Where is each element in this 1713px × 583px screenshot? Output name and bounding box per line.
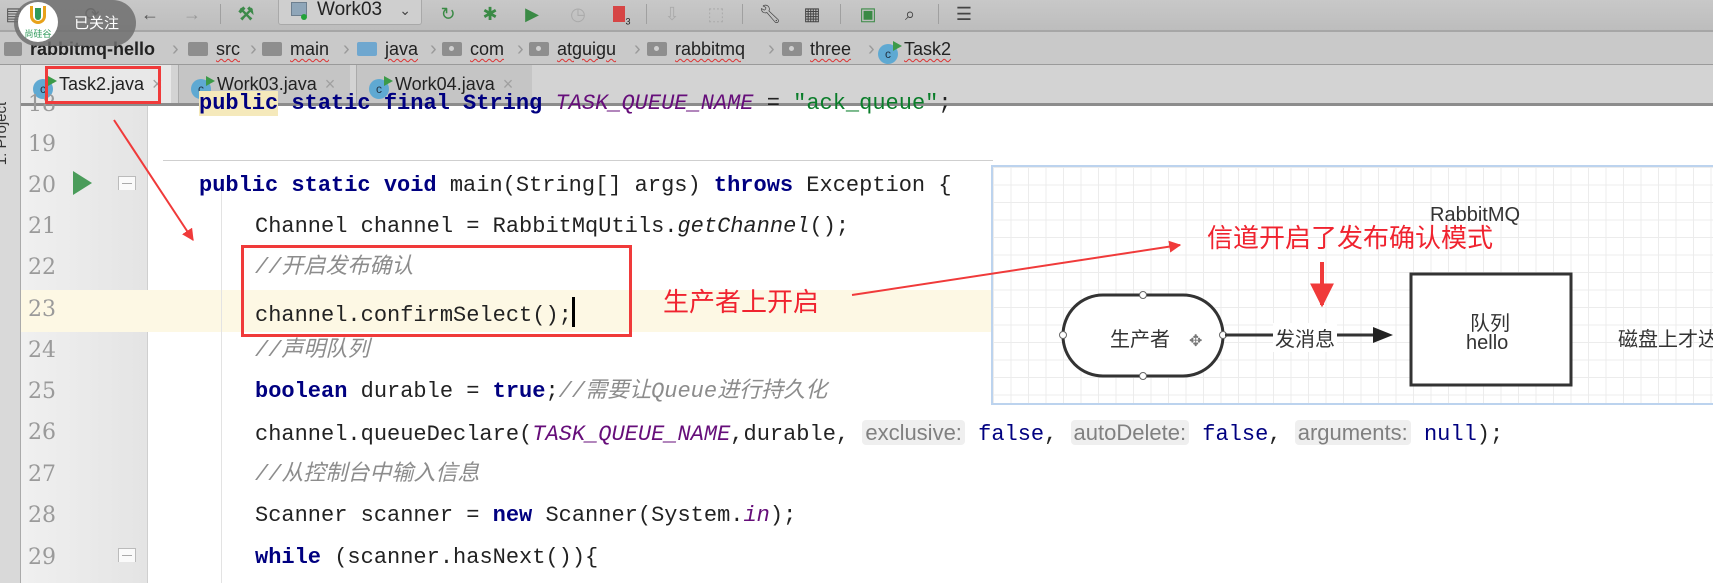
annotation-arrows [113, 119, 1334, 308]
arrow-note-to-diagram [851, 240, 1182, 296]
arrow-tab-to-code [113, 119, 194, 242]
